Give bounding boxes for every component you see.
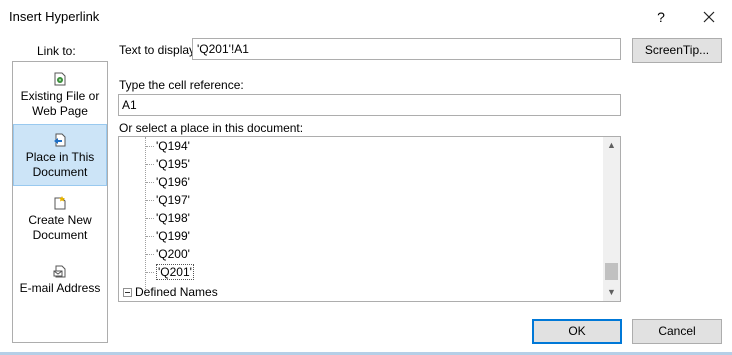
scroll-down-arrow-icon[interactable]: ▼ <box>603 284 620 301</box>
cancel-button[interactable]: Cancel <box>632 319 722 344</box>
screentip-button[interactable]: ScreenTip... <box>632 38 722 63</box>
vertical-scrollbar[interactable]: ▲ ▼ <box>603 137 620 301</box>
close-icon <box>703 11 715 23</box>
ok-button[interactable]: OK <box>532 319 622 344</box>
link-to-panel: Existing File or Web Page Place in This … <box>12 61 108 343</box>
place-in-document-icon <box>54 133 66 147</box>
create-new-line1: Create New <box>28 213 92 227</box>
link-to-email-address[interactable]: E-mail Address <box>13 262 107 308</box>
new-document-icon <box>54 196 66 210</box>
tree-item[interactable]: 'Q196' <box>146 175 190 193</box>
place-in-document-line2: Document <box>32 165 88 179</box>
tree-item-selected[interactable]: 'Q201' <box>146 264 194 283</box>
help-button[interactable]: ? <box>650 6 672 28</box>
place-tree-view[interactable]: 'Q194' 'Q195' 'Q196' 'Q197' 'Q198' 'Q199… <box>118 136 621 302</box>
link-to-existing-file[interactable]: Existing File or Web Page <box>13 70 107 126</box>
place-in-document-label: Or select a place in this document: <box>119 121 304 135</box>
collapse-icon[interactable] <box>123 288 132 298</box>
tree-item[interactable]: 'Q198' <box>146 211 190 229</box>
close-button[interactable] <box>698 6 720 28</box>
tree-item[interactable]: 'Q194' <box>146 139 190 157</box>
existing-file-line1: Existing File or <box>20 89 100 103</box>
existing-file-line2: Web Page <box>32 104 88 118</box>
cell-reference-label: Type the cell reference: <box>119 78 244 92</box>
text-to-display-label: Text to display: <box>119 43 199 57</box>
cell-reference-input[interactable]: A1 <box>118 94 621 116</box>
tree-item[interactable]: 'Q199' <box>146 229 190 247</box>
link-to-create-new-document[interactable]: Create New Document <box>13 194 107 250</box>
tree-item[interactable]: 'Q200' <box>146 247 190 265</box>
link-to-place-in-document[interactable]: Place in This Document <box>13 124 107 186</box>
text-to-display-input[interactable]: 'Q201'!A1 <box>192 38 621 60</box>
scroll-thumb[interactable] <box>605 263 618 280</box>
defined-names-label: Defined Names <box>135 285 218 299</box>
insert-hyperlink-dialog: Insert Hyperlink ? Link to: Existing Fil… <box>0 0 732 355</box>
link-to-label: Link to: <box>37 44 76 58</box>
tree-item[interactable]: 'Q195' <box>146 157 190 175</box>
email-address-label: E-mail Address <box>19 281 101 295</box>
dialog-title: Insert Hyperlink <box>9 9 100 24</box>
create-new-line2: Document <box>32 228 88 242</box>
scroll-up-arrow-icon[interactable]: ▲ <box>603 137 620 154</box>
email-icon <box>53 265 66 278</box>
title-bar: Insert Hyperlink ? <box>0 0 732 34</box>
defined-names-node[interactable]: Defined Names <box>123 285 218 299</box>
tree-item[interactable]: 'Q197' <box>146 193 190 211</box>
place-in-document-line1: Place in This <box>25 150 95 164</box>
existing-file-icon <box>54 72 66 86</box>
